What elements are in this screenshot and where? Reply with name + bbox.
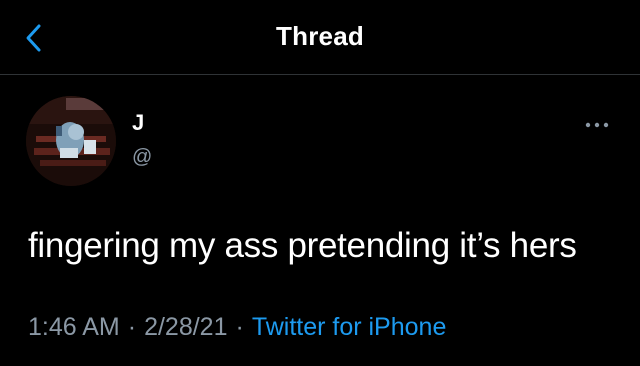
avatar[interactable] (26, 96, 116, 186)
tweet-source-link[interactable]: Twitter for iPhone (252, 313, 447, 341)
thread-header: Thread (0, 0, 640, 75)
page-title: Thread (276, 21, 364, 51)
tweet-meta: 1:46 AM · 2/28/21 · Twitter for iPhone (28, 313, 446, 342)
author-handle[interactable]: @ (132, 146, 152, 169)
tweet-date: 2/28/21 (144, 313, 228, 341)
meta-separator: · (127, 313, 137, 341)
tweet-time: 1:46 AM (28, 313, 120, 341)
avatar-image (26, 96, 116, 186)
author-name[interactable]: J (132, 110, 144, 136)
more-options-button[interactable] (582, 114, 612, 136)
more-horizontal-icon (585, 122, 609, 128)
meta-separator: · (235, 313, 244, 341)
tweet-text: fingering my ass pretending it’s hers (28, 226, 577, 265)
